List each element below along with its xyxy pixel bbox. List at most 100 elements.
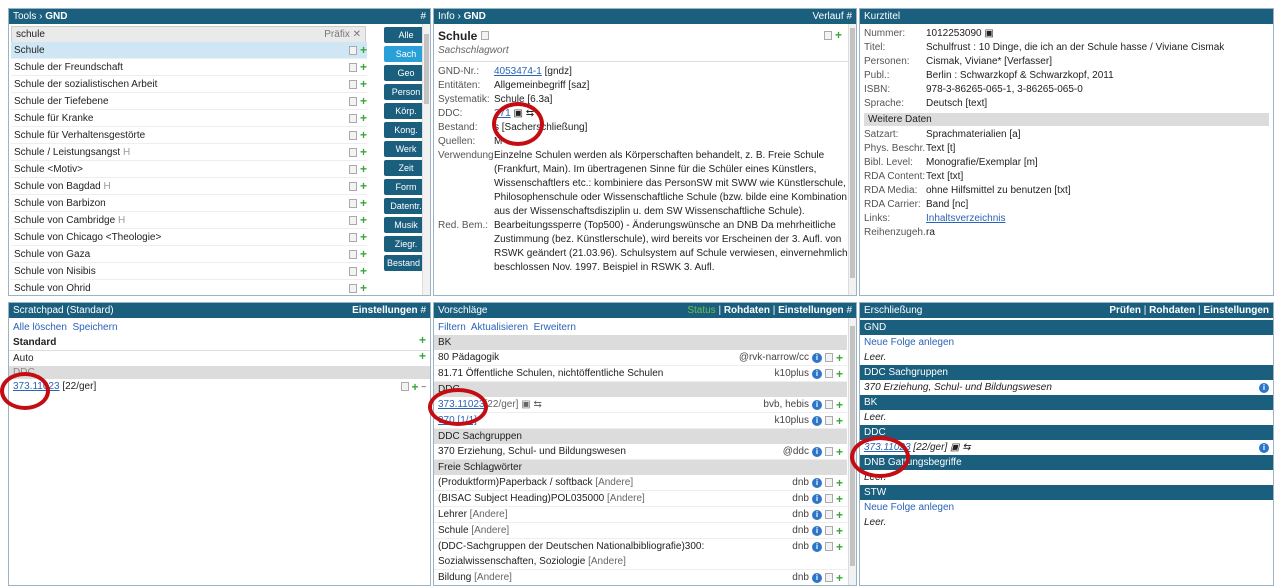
info-icon[interactable]: i — [811, 415, 822, 426]
copy-icon[interactable] — [348, 62, 357, 72]
gnd-result-item[interactable]: Schule + — [11, 42, 367, 59]
suggestion-item[interactable]: 370 [1/1] k10plus i + — [434, 413, 847, 429]
info-icon[interactable]: i — [811, 477, 822, 488]
add-icon[interactable]: + — [360, 146, 367, 158]
add-icon[interactable]: + — [836, 399, 843, 411]
suggestion-item[interactable]: Lehrer [Andere] dnb i + — [434, 507, 847, 523]
refresh-link[interactable]: Aktualisieren — [471, 322, 528, 333]
suggestion-item[interactable]: (DDC-Sachgruppen der Deutschen Nationalb… — [434, 539, 847, 570]
extend-link[interactable]: Erweitern — [534, 322, 576, 333]
copy-icon[interactable] — [348, 283, 357, 293]
suggestion-link[interactable]: 370 [1/1] — [438, 415, 477, 426]
info-icon[interactable]: i — [811, 399, 822, 410]
delete-all-link[interactable]: Alle löschen — [13, 322, 67, 333]
add-icon[interactable]: + — [836, 352, 843, 364]
suggestion-item[interactable]: (Produktform)Paperback / softback [Ander… — [434, 475, 847, 491]
rohdaten-link[interactable]: Rohdaten — [724, 305, 770, 316]
add-icon[interactable]: + — [360, 197, 367, 209]
add-icon[interactable]: + — [360, 44, 367, 56]
ddc-link[interactable]: 373.11023 — [864, 442, 911, 453]
copy-icon[interactable] — [348, 164, 357, 174]
add-icon[interactable]: + — [360, 214, 367, 226]
add-icon[interactable]: + — [836, 415, 843, 427]
add-icon[interactable]: + — [836, 572, 843, 584]
copy-icon[interactable] — [400, 382, 409, 391]
copy-icon[interactable] — [824, 542, 833, 551]
copy-icon[interactable] — [824, 416, 833, 425]
add-icon[interactable]: + — [360, 129, 367, 141]
gnd-result-item[interactable]: Schule der Tiefebene + — [11, 93, 367, 110]
copy-icon[interactable] — [348, 215, 357, 225]
info-icon[interactable]: i — [1259, 442, 1269, 453]
copy-icon[interactable] — [480, 31, 489, 40]
close-icon[interactable]: ✕ — [353, 29, 361, 40]
inhaltsverzeichnis-link[interactable]: Inhaltsverzeichnis — [926, 212, 1269, 226]
gnd-result-item[interactable]: Schule von Nisibis + — [11, 263, 367, 280]
info-icon[interactable]: i — [811, 446, 822, 457]
copy-icon[interactable] — [824, 573, 833, 582]
gnd-result-item[interactable]: Schule für Verhaltensgestörte + — [11, 127, 367, 144]
copy-icon[interactable] — [348, 181, 357, 191]
suggestion-item[interactable]: (BISAC Subject Heading)POL035000 [Andere… — [434, 491, 847, 507]
add-icon[interactable]: + — [360, 112, 367, 124]
copy-icon[interactable] — [824, 510, 833, 519]
copy-icon[interactable] — [348, 147, 357, 157]
panel-menu-hash[interactable]: # — [420, 9, 426, 24]
info-icon[interactable]: i — [811, 368, 822, 379]
copy-icon[interactable] — [348, 232, 357, 242]
add-icon[interactable]: + — [836, 541, 843, 553]
copy-icon[interactable] — [348, 96, 357, 106]
gnd-result-item[interactable]: Schule der sozialistischen Arbeit + — [11, 76, 367, 93]
add-icon[interactable]: + — [836, 525, 843, 537]
add-icon[interactable]: + — [360, 265, 367, 277]
suggestion-link[interactable]: 373.11023 — [438, 399, 485, 410]
add-icon[interactable]: + — [360, 95, 367, 107]
gnd-result-item[interactable]: Schule von Cambridge H + — [11, 212, 367, 229]
settings-link[interactable]: Einstellungen — [778, 305, 844, 316]
add-icon[interactable]: + — [419, 334, 426, 350]
suggestion-item[interactable]: Bildung [Andere] dnb i + — [434, 570, 847, 585]
copy-icon[interactable] — [824, 494, 833, 503]
info-field-link[interactable]: 371 — [494, 108, 511, 119]
copy-icon[interactable] — [824, 478, 833, 487]
gnd-result-item[interactable]: Schule von Gaza + — [11, 246, 367, 263]
copy-icon[interactable] — [824, 353, 833, 362]
rohdaten-link[interactable]: Rohdaten — [1149, 305, 1195, 316]
copy-icon[interactable] — [824, 400, 833, 409]
add-icon[interactable]: + — [360, 248, 367, 260]
info-icon[interactable]: i — [811, 572, 822, 583]
copy-icon[interactable] — [824, 369, 833, 378]
copy-icon[interactable] — [823, 30, 832, 40]
gnd-result-item[interactable]: Schule von Bagdad H + — [11, 178, 367, 195]
add-icon[interactable]: + — [360, 180, 367, 192]
scrollbar[interactable] — [848, 24, 856, 295]
new-sequence-link[interactable]: Neue Folge anlegen — [864, 500, 954, 515]
suggestion-item[interactable]: 80 Pädagogik @rvk-narrow/cc i + — [434, 350, 847, 366]
settings-link[interactable]: Einstellungen — [1203, 305, 1269, 316]
add-icon[interactable]: + — [836, 477, 843, 489]
gnd-result-item[interactable]: Schule / Leistungsangst H + — [11, 144, 367, 161]
copy-icon[interactable] — [824, 526, 833, 535]
history-link[interactable]: Verlauf — [813, 11, 844, 22]
gnd-result-item[interactable]: Schule von Barbizon + — [11, 195, 367, 212]
scratchpad-standard[interactable]: Standard — [13, 335, 56, 350]
add-icon[interactable]: + — [412, 381, 419, 393]
new-sequence-link[interactable]: Neue Folge anlegen — [864, 335, 954, 350]
gnd-search-field[interactable]: schule Präfix ✕ — [11, 26, 366, 43]
add-icon[interactable]: + — [360, 163, 367, 175]
add-icon[interactable]: + — [836, 368, 843, 380]
suggestion-item[interactable]: 373.11023[22/ger] ▣ ⇆ bvb, hebis i + — [434, 397, 847, 413]
gnd-result-item[interactable]: Schule von Ohrid + — [11, 280, 367, 295]
info-icon[interactable]: i — [1259, 382, 1269, 393]
suggestion-item[interactable]: 370 Erziehung, Schul- und Bildungswesen @… — [434, 444, 847, 460]
copy-icon[interactable] — [348, 198, 357, 208]
ddc-link[interactable]: 373.11023 — [13, 381, 60, 392]
add-icon[interactable]: + — [836, 446, 843, 458]
add-icon[interactable]: + — [360, 282, 367, 294]
copy-icon[interactable] — [348, 79, 357, 89]
info-field-link[interactable]: 4053474-1 — [494, 66, 542, 77]
check-link[interactable]: Prüfen — [1109, 305, 1141, 316]
copy-icon[interactable] — [348, 113, 357, 123]
copy-icon[interactable] — [348, 45, 357, 55]
scrollbar[interactable] — [848, 318, 856, 585]
